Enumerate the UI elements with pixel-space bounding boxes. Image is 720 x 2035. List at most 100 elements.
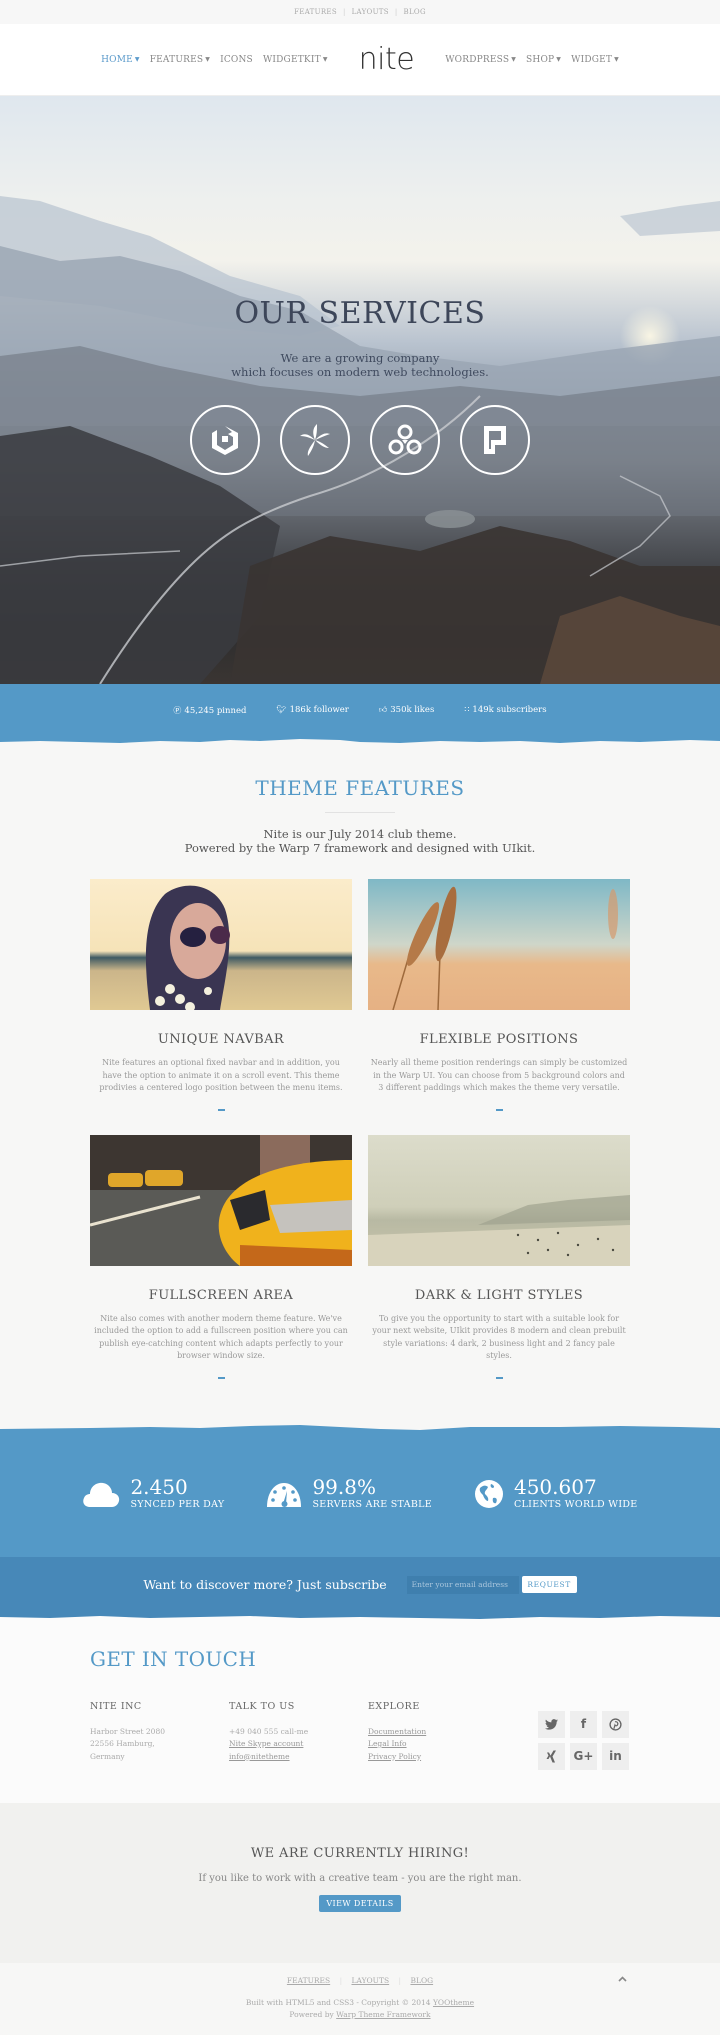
address-line: Germany bbox=[90, 1751, 125, 1761]
bamboo-leaf-icon[interactable] bbox=[280, 405, 350, 475]
feature-card-text: Nite also comes with another modern them… bbox=[94, 1313, 348, 1361]
subscribe-text: Want to discover more? Just subscribe bbox=[143, 1577, 387, 1592]
feature-card-title: DARK & LIGHT STYLES bbox=[414, 1287, 584, 1303]
toolbar-link-features[interactable]: FEATURES bbox=[294, 8, 337, 16]
powered-by-text: Powered by bbox=[289, 2010, 337, 2019]
logo[interactable]: nite bbox=[359, 42, 415, 77]
stat-number: 99.8% bbox=[312, 1475, 376, 1499]
chevron-down-icon: ▼ bbox=[205, 56, 211, 63]
dashboard-gauge-icon bbox=[267, 1482, 302, 1507]
paper-page-icon[interactable] bbox=[460, 405, 530, 475]
footer-link-layouts[interactable]: LAYOUTS bbox=[351, 1976, 389, 1985]
address-line: Harbor Street 2080 bbox=[90, 1726, 165, 1736]
globe-icon bbox=[474, 1479, 503, 1508]
toolbar-link-blog[interactable]: BLOG bbox=[404, 8, 426, 16]
footer-copyright: Built with HTML5 and CSS3 - Copyright © … bbox=[0, 1997, 720, 2021]
features-title: THEME FEATURES bbox=[255, 776, 465, 800]
torn-edge-divider bbox=[0, 736, 720, 746]
torn-edge-divider bbox=[0, 1418, 720, 1431]
contact-title: GET IN TOUCH bbox=[90, 1646, 257, 1671]
email-link[interactable]: info@nitetheme bbox=[229, 1752, 290, 1761]
legal-info-link[interactable]: Legal Info bbox=[368, 1739, 407, 1748]
documentation-link[interactable]: Documentation bbox=[368, 1727, 426, 1736]
read-more-dash[interactable] bbox=[495, 1108, 503, 1111]
column-lines: Harbor Street 2080 22556 Hamburg, German… bbox=[90, 1726, 229, 1764]
footer-link-features[interactable]: FEATURES bbox=[287, 1976, 330, 1985]
address-line: 22556 Hamburg, bbox=[90, 1739, 155, 1748]
footer-nav: FEATURES | LAYOUTS | BLOG bbox=[0, 1976, 720, 1985]
nav-item-widgetkit[interactable]: WIDGETKIT ▼ bbox=[263, 55, 328, 65]
read-more-dash[interactable] bbox=[217, 1376, 225, 1379]
nav-item-widget[interactable]: WIDGET ▼ bbox=[571, 55, 619, 65]
joomla-rings-icon[interactable] bbox=[370, 405, 440, 475]
social-stat-likes[interactable]: 👍︎ 350k likes bbox=[379, 705, 434, 715]
divider bbox=[325, 812, 395, 813]
main-navbar: HOME ▼ FEATURES ▼ ICONS WIDGETKIT ▼ nite WO… bbox=[0, 24, 720, 96]
skype-link[interactable]: Nite Skype account bbox=[229, 1739, 303, 1748]
linkedin-icon[interactable]: in bbox=[602, 1742, 629, 1770]
request-button[interactable]: REQUEST bbox=[521, 1575, 577, 1593]
phone-number: +49 040 555 call-me bbox=[229, 1726, 309, 1736]
read-more-dash[interactable] bbox=[495, 1376, 503, 1379]
view-details-button[interactable]: VIEW DETAILS bbox=[319, 1895, 401, 1912]
contact-column-talk: TALK TO US +49 040 555 call-me Nite Skyp… bbox=[229, 1701, 368, 1764]
read-more-dash[interactable] bbox=[217, 1108, 225, 1111]
social-buttons: f G+ in bbox=[538, 1710, 629, 1770]
service-icons bbox=[0, 405, 720, 475]
twitter-icon[interactable] bbox=[538, 1710, 565, 1738]
nav-item-shop[interactable]: SHOP ▼ bbox=[526, 55, 561, 65]
top-toolbar: FEATURES | LAYOUTS | BLOG bbox=[0, 0, 720, 24]
footer: FEATURES | LAYOUTS | BLOG Built with HTM… bbox=[0, 1963, 720, 2035]
woman-sunglasses-photo bbox=[90, 879, 352, 1012]
scroll-to-top-icon[interactable] bbox=[618, 1975, 627, 1985]
copyright-text: Built with HTML5 and CSS3 - Copyright © … bbox=[245, 1998, 433, 2007]
contact-column-company: NITE INC Harbor Street 2080 22556 Hambur… bbox=[90, 1701, 229, 1764]
warp-framework-link[interactable]: Warp Theme Framework bbox=[336, 2010, 430, 2019]
xing-icon[interactable] bbox=[538, 1742, 565, 1770]
nav-item-home[interactable]: HOME ▼ bbox=[101, 55, 140, 65]
nav-label: ICONS bbox=[220, 54, 253, 65]
uikit-icon[interactable] bbox=[190, 405, 260, 475]
social-stat-pinned[interactable]: Ⓟ 45,245 pinned bbox=[173, 705, 246, 716]
features-subtitle-line: Nite is our July 2014 club theme. bbox=[263, 827, 457, 841]
nav-item-wordpress[interactable]: WORDPRESS ▼ bbox=[445, 55, 516, 65]
facebook-icon[interactable]: f bbox=[570, 1710, 597, 1738]
stat-label: SYNCED PER DAY bbox=[130, 1499, 225, 1510]
social-stat-text: 186k follower bbox=[289, 705, 349, 715]
column-title: TALK TO US bbox=[229, 1700, 295, 1712]
get-in-touch-section: GET IN TOUCH NITE INC Harbor Street 2080… bbox=[0, 1622, 720, 1803]
social-stats-bar: Ⓟ 45,245 pinned 🐦︎ 186k follower 👍︎ 350k li… bbox=[0, 684, 720, 736]
nav-item-features[interactable]: FEATURES ▼ bbox=[150, 55, 210, 65]
google-plus-icon[interactable]: G+ bbox=[570, 1742, 597, 1770]
separator: | bbox=[398, 1976, 402, 1985]
social-stat-followers[interactable]: 🐦︎ 186k follower bbox=[276, 705, 348, 715]
subscribe-form: REQUEST bbox=[406, 1575, 577, 1594]
social-stat-subscribers[interactable]: ∷ 149k subscribers bbox=[464, 705, 546, 715]
nav-left: HOME ▼ FEATURES ▼ ICONS WIDGETKIT ▼ bbox=[96, 55, 333, 65]
nav-label: SHOP bbox=[526, 54, 555, 65]
stat-servers: 99.8% SERVERS ARE STABLE bbox=[266, 1477, 432, 1510]
features-subtitle: Nite is our July 2014 club theme. Powere… bbox=[90, 827, 630, 855]
feature-card-text: Nite features an optional fixed navbar a… bbox=[99, 1058, 343, 1092]
yootheme-link[interactable]: YOOtheme bbox=[433, 1998, 474, 2007]
hero-section: OUR SERVICES We are a growing company wh… bbox=[0, 96, 720, 684]
rss-icon: ∷ bbox=[464, 705, 470, 714]
nav-label: FEATURES bbox=[149, 54, 204, 65]
pinterest-icon[interactable] bbox=[602, 1710, 629, 1738]
features-grid: UNIQUE NAVBAR Nite features an optional … bbox=[89, 879, 630, 1379]
nav-item-icons[interactable]: ICONS bbox=[220, 55, 253, 65]
hero-subtitle: We are a growing company which focuses o… bbox=[0, 351, 720, 379]
separator: | bbox=[342, 8, 346, 16]
pinterest-icon: Ⓟ bbox=[173, 705, 182, 715]
feature-card-text: Nearly all theme position renderings can… bbox=[370, 1058, 628, 1092]
feature-card-title: FLEXIBLE POSITIONS bbox=[419, 1032, 579, 1047]
feature-card: DARK & LIGHT STYLES To give you the oppo… bbox=[368, 1134, 630, 1379]
toolbar-link-layouts[interactable]: LAYOUTS bbox=[352, 8, 389, 16]
privacy-policy-link[interactable]: Privacy Policy bbox=[368, 1752, 421, 1761]
twitter-icon: 🐦︎ bbox=[276, 705, 287, 714]
chevron-down-icon: ▼ bbox=[556, 56, 562, 63]
email-input[interactable] bbox=[406, 1575, 519, 1594]
footer-link-blog[interactable]: BLOG bbox=[410, 1976, 433, 1985]
chevron-down-icon: ▼ bbox=[322, 56, 328, 63]
chevron-down-icon: ▼ bbox=[134, 56, 140, 63]
